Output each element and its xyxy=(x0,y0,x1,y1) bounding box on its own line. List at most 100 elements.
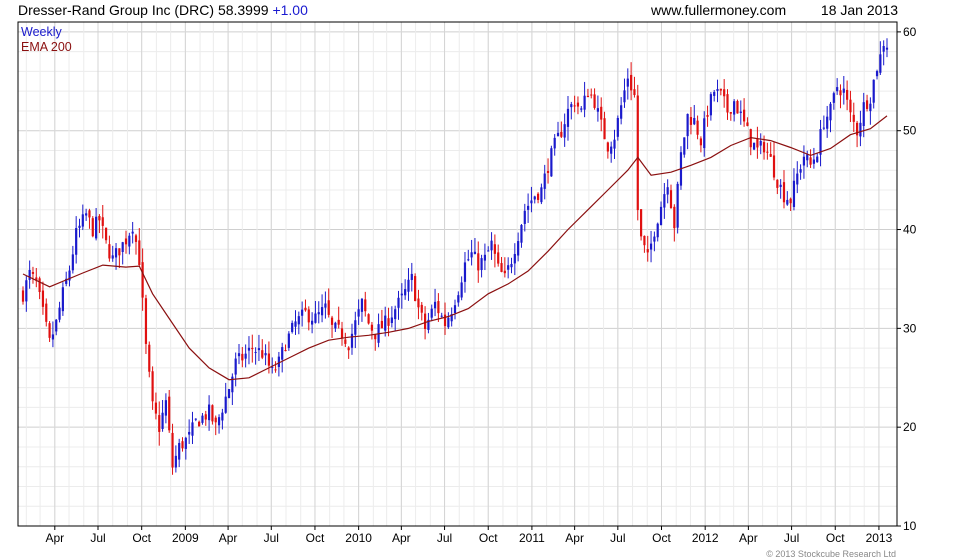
candle-down xyxy=(493,244,496,254)
candle-up xyxy=(656,223,659,238)
candle-up xyxy=(277,356,280,367)
candle-down xyxy=(669,190,673,209)
candle-up xyxy=(487,250,490,252)
candle-up xyxy=(433,301,437,309)
candle-down xyxy=(261,350,264,358)
x-tick-label: Apr xyxy=(739,531,758,545)
candle-up xyxy=(786,199,789,205)
candle-down xyxy=(736,100,739,114)
candle-up xyxy=(649,243,653,250)
candle-up xyxy=(517,241,520,256)
candle-down xyxy=(108,244,111,259)
candle-down xyxy=(181,441,184,449)
candle-up xyxy=(394,309,397,320)
candle-up xyxy=(397,297,400,308)
candle-up xyxy=(683,137,686,155)
candle-down xyxy=(852,114,855,122)
candle-down xyxy=(729,112,732,114)
candle-up xyxy=(703,118,706,149)
candle-up xyxy=(556,132,560,137)
candle-down xyxy=(500,263,503,272)
candle-up xyxy=(128,235,131,247)
candle-down xyxy=(214,417,217,423)
candle-down xyxy=(776,179,779,188)
candle-up xyxy=(483,254,487,261)
candle-up xyxy=(879,54,882,73)
candle-down xyxy=(600,106,603,120)
candle-up xyxy=(247,347,251,351)
candle-up xyxy=(264,353,267,356)
candle-up xyxy=(616,117,619,137)
candle-up xyxy=(404,289,407,296)
chart-title: Dresser-Rand Group Inc (DRC) 58.3999 +1.… xyxy=(18,2,308,18)
candle-up xyxy=(869,103,872,112)
candle-down xyxy=(865,100,869,109)
candle-down xyxy=(138,240,141,266)
candle-down xyxy=(304,307,307,311)
candle-up xyxy=(95,216,98,239)
candle-up xyxy=(201,415,204,423)
candle-up xyxy=(659,206,663,226)
x-tick-label: 2012 xyxy=(692,531,719,545)
candle-up xyxy=(430,308,433,318)
candle-up xyxy=(294,321,297,327)
candle-down xyxy=(699,138,703,146)
candle-down xyxy=(423,313,427,329)
candle-down xyxy=(154,402,158,414)
chart-date: 18 Jan 2013 xyxy=(820,2,898,18)
candle-up xyxy=(520,225,523,243)
candle-down xyxy=(586,95,590,98)
candle-up xyxy=(802,156,806,166)
candle-up xyxy=(796,173,799,185)
candle-up xyxy=(623,90,626,103)
candle-up xyxy=(311,320,314,325)
candle-up xyxy=(613,139,616,149)
candle-up xyxy=(733,101,736,115)
candle-up xyxy=(513,253,516,264)
candle-up xyxy=(85,213,88,216)
candle-up xyxy=(184,437,187,449)
candle-up xyxy=(217,417,221,426)
candle-up xyxy=(257,348,261,351)
candle-up xyxy=(543,173,546,189)
candle-up xyxy=(716,89,719,91)
candle-up xyxy=(859,122,862,137)
legend-label: Weekly xyxy=(21,25,63,39)
candle-down xyxy=(274,369,277,371)
candle-down xyxy=(762,142,766,153)
candle-up xyxy=(686,113,689,137)
x-tick-label: Jul xyxy=(90,531,105,545)
candle-up xyxy=(221,412,224,421)
candle-down xyxy=(756,139,759,148)
x-tick-label: Apr xyxy=(219,531,238,545)
candle-up xyxy=(317,312,320,315)
candle-down xyxy=(772,155,776,178)
candle-down xyxy=(48,323,51,338)
candle-up xyxy=(826,116,829,129)
candle-up xyxy=(324,303,327,308)
candle-up xyxy=(480,258,483,271)
x-tick-label: Apr xyxy=(565,531,584,545)
candle-down xyxy=(789,198,792,204)
candle-down xyxy=(284,350,287,352)
candle-up xyxy=(350,333,354,348)
candle-up xyxy=(463,262,467,282)
candle-up xyxy=(580,108,583,110)
y-tick-label: 20 xyxy=(903,420,917,434)
x-tick-label: 2013 xyxy=(866,531,893,545)
candle-up xyxy=(530,200,533,204)
candle-down xyxy=(151,371,154,402)
candle-down xyxy=(367,314,370,324)
candle-up xyxy=(191,422,194,436)
candle-down xyxy=(101,217,104,226)
candle-up xyxy=(58,307,61,320)
candle-down xyxy=(134,235,138,242)
candle-up xyxy=(676,183,679,228)
candle-up xyxy=(829,103,832,121)
candle-up xyxy=(626,78,629,87)
candle-down xyxy=(673,206,676,229)
x-tick-label: 2010 xyxy=(345,531,372,545)
candle-down xyxy=(560,131,563,137)
candle-up xyxy=(812,159,815,164)
candle-down xyxy=(344,339,347,344)
